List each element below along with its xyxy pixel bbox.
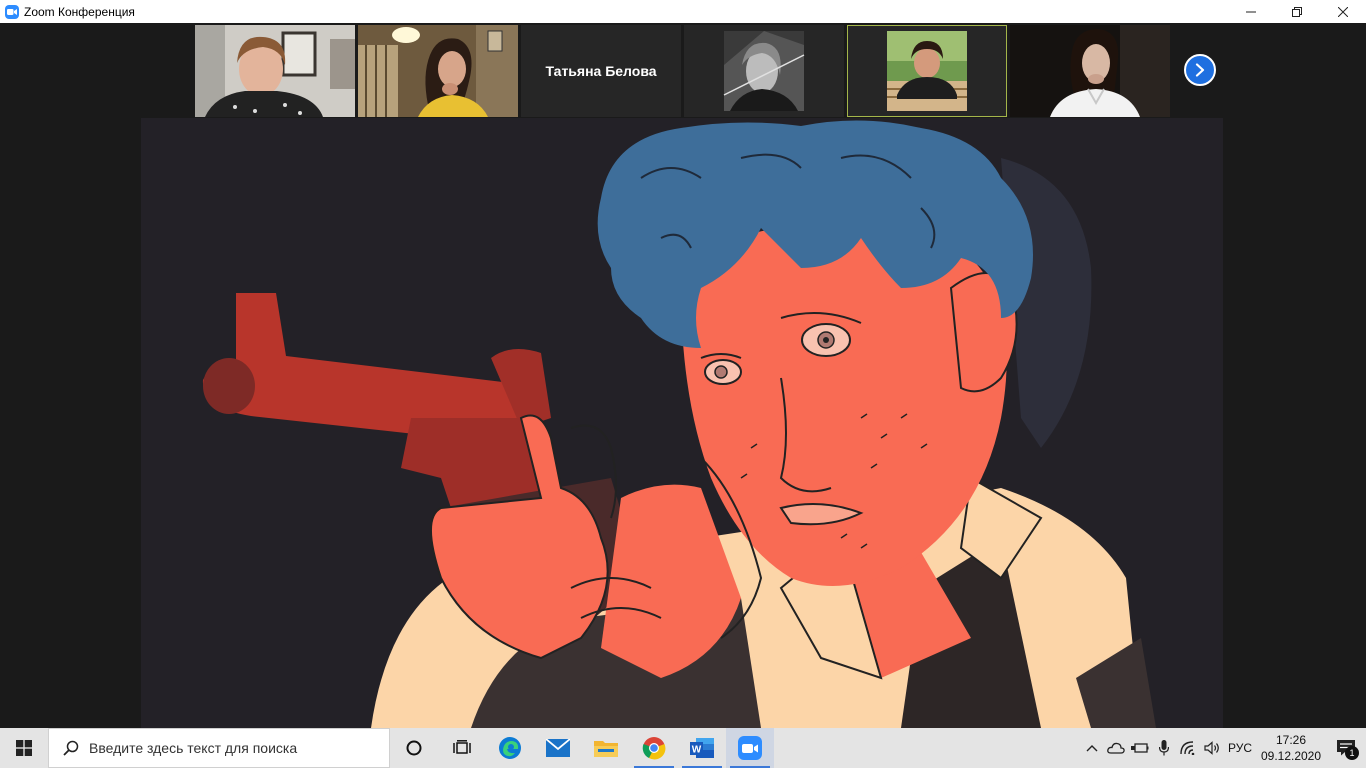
word-icon: W: [690, 738, 714, 758]
volume-tray-button[interactable]: [1200, 728, 1224, 768]
windows-taskbar: W РУС 17:26 09.12.2020 1: [0, 728, 1366, 768]
svg-text:W: W: [692, 745, 702, 756]
participant-tile-name-only[interactable]: Татьяна Белова: [521, 25, 681, 117]
network-tray-button[interactable]: [1176, 728, 1200, 768]
participant-video-5-image: [847, 25, 1007, 117]
meeting-area: Татьяна Белова: [0, 23, 1366, 728]
participant-video-4-image: [684, 25, 844, 117]
taskbar-search[interactable]: [48, 728, 390, 768]
show-hidden-icons-button[interactable]: [1080, 728, 1104, 768]
microphone-icon: [1159, 740, 1169, 756]
minimize-icon: [1246, 11, 1256, 12]
window-titlebar[interactable]: Zoom Конференция: [0, 0, 1366, 23]
close-icon: [1338, 6, 1348, 17]
window-title: Zoom Конференция: [24, 4, 135, 19]
folder-icon: [594, 741, 618, 757]
onedrive-tray-button[interactable]: [1104, 728, 1128, 768]
restore-button[interactable]: [1274, 0, 1320, 23]
speaker-icon: [1204, 741, 1219, 755]
search-input[interactable]: [89, 740, 379, 756]
search-icon: [63, 740, 79, 756]
taskbar-app-task-view[interactable]: [438, 728, 486, 768]
mail-icon: [546, 739, 570, 757]
close-button[interactable]: [1320, 0, 1366, 23]
taskbar-app-mail[interactable]: [534, 728, 582, 768]
taskbar-app-zoom[interactable]: [726, 728, 774, 768]
participant-video-2-image: [358, 25, 518, 117]
cloud-icon: [1107, 742, 1125, 754]
input-language-indicator[interactable]: РУС: [1224, 741, 1256, 755]
task-view-icon: [453, 740, 471, 754]
taskbar-clock[interactable]: 17:26 09.12.2020: [1256, 732, 1326, 764]
start-button[interactable]: [0, 728, 48, 768]
zoom-app-icon: [5, 4, 19, 19]
participant-video-6[interactable]: [1010, 25, 1170, 117]
system-tray: РУС 17:26 09.12.2020 1: [1080, 728, 1366, 768]
participant-video-5[interactable]: [847, 25, 1007, 117]
chevron-right-icon: [1195, 63, 1205, 77]
clock-date: 09.12.2020: [1260, 749, 1322, 763]
taskbar-app-chrome[interactable]: [630, 728, 678, 768]
taskbar-app-word[interactable]: W: [678, 728, 726, 768]
participant-video-1-image: [195, 25, 355, 117]
shared-screen: [141, 118, 1223, 728]
gallery-strip: Татьяна Белова: [195, 25, 1170, 117]
power-tray-button[interactable]: [1128, 728, 1152, 768]
notification-count-badge: 1: [1345, 746, 1359, 760]
wifi-icon: [1180, 741, 1195, 755]
windows-logo-icon: [16, 740, 32, 756]
action-center-button[interactable]: 1: [1326, 728, 1366, 768]
edge-icon: [499, 737, 521, 759]
taskbar-app-cortana[interactable]: [390, 728, 438, 768]
participant-video-1[interactable]: [195, 25, 355, 117]
microphone-tray-button[interactable]: [1152, 728, 1176, 768]
next-page-button[interactable]: [1184, 54, 1216, 86]
taskbar-app-edge[interactable]: [486, 728, 534, 768]
clock-time: 17:26: [1275, 733, 1307, 747]
participant-video-2[interactable]: [358, 25, 518, 117]
chrome-icon: [642, 737, 666, 760]
circle-icon: [406, 740, 422, 756]
participant-name: Татьяна Белова: [545, 63, 657, 79]
chevron-up-icon: [1086, 745, 1098, 752]
taskbar-app-file-explorer[interactable]: [582, 728, 630, 768]
restore-icon: [1292, 6, 1302, 17]
battery-icon: [1131, 743, 1149, 753]
minimize-button[interactable]: [1228, 0, 1274, 23]
zoom-icon: [738, 736, 762, 760]
illustration-man-aiming-gun: [141, 118, 1223, 728]
window-controls: [1228, 0, 1366, 23]
participant-video-4[interactable]: [684, 25, 844, 117]
participant-video-6-image: [1010, 25, 1170, 117]
